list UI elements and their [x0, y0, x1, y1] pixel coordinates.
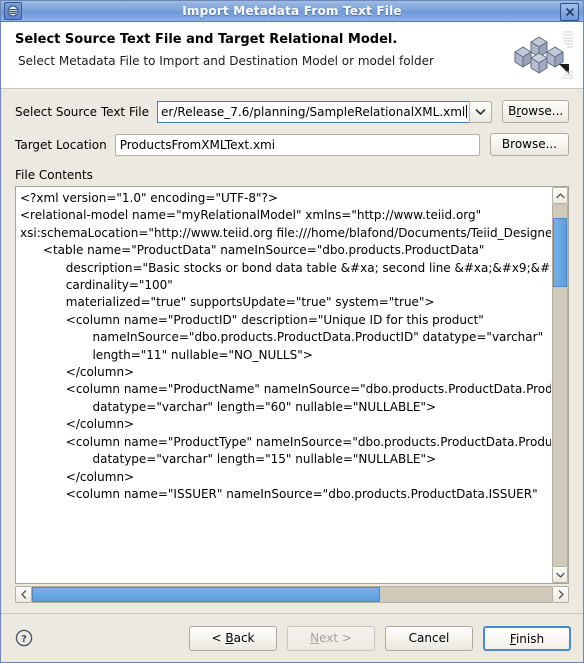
file-contents-line: datatype="varchar" length="60" nullable=…	[20, 399, 437, 414]
chevron-down-icon[interactable]	[552, 566, 568, 583]
file-contents-line: materialized="true" supportsUpdate="true…	[20, 295, 435, 310]
target-browse-button[interactable]: Browse...	[490, 133, 569, 156]
source-file-row: Select Source Text File er/Release_7.6/p…	[15, 100, 569, 123]
horizontal-scroll-track[interactable]	[32, 586, 552, 603]
target-location-row: Target Location ProductsFromXMLText.xmi …	[15, 133, 569, 156]
chevron-up-icon[interactable]	[552, 187, 568, 204]
chevron-down-icon[interactable]	[469, 100, 493, 123]
horizontal-scrollbar[interactable]	[15, 586, 569, 603]
finish-button[interactable]: Finish	[483, 625, 571, 651]
chevron-left-icon[interactable]	[15, 586, 32, 603]
chevron-right-icon[interactable]	[552, 586, 569, 603]
file-contents-line: datatype="varchar" length="15" nullable=…	[20, 452, 437, 467]
file-contents-line: description="Basic stocks or bond data t…	[20, 260, 551, 275]
application-icon	[4, 2, 22, 20]
file-contents-line: <column name="ProductName" nameInSource=…	[20, 382, 551, 397]
wizard-header-text: Select Source Text File and Target Relat…	[15, 30, 505, 68]
file-contents-text[interactable]: <?xml version="1.0" encoding="UTF-8"?> <r…	[16, 187, 551, 583]
wizard-header: Select Source Text File and Target Relat…	[1, 22, 583, 89]
svg-text:?: ?	[21, 634, 27, 645]
vertical-scroll-track[interactable]	[552, 204, 568, 566]
file-contents-line: </column>	[20, 365, 135, 380]
vertical-scroll-thumb[interactable]	[553, 218, 567, 288]
target-location-label: Target Location	[15, 137, 107, 152]
title-bar: Import Metadata From Text File	[1, 1, 583, 22]
page-subtitle: Select Metadata File to Import and Desti…	[18, 54, 434, 68]
footer-bar: ? < Back Next > Cancel Finish	[1, 614, 583, 662]
file-contents-viewer: <?xml version="1.0" encoding="UTF-8"?> <r…	[15, 186, 569, 603]
file-contents-line: <?xml version="1.0" encoding="UTF-8"?>	[20, 191, 278, 205]
file-contents-line: <column name="ISSUER" nameInSource="dbo.…	[20, 486, 538, 501]
file-contents-line: <relational-model name="myRelationalMode…	[20, 208, 482, 223]
file-contents-line: xsi:schemaLocation="http://www.teiid.org…	[20, 225, 551, 240]
file-contents-label: File Contents	[15, 168, 93, 182]
file-contents-line: <column name="ProductID" description="Un…	[20, 312, 484, 327]
file-contents-line: nameInSource="dbo.products.ProductData.P…	[20, 330, 544, 345]
file-contents-line: <table name="ProductData" nameInSource="…	[20, 243, 485, 258]
cancel-button[interactable]: Cancel	[385, 625, 473, 651]
next-button: Next >	[287, 625, 375, 651]
target-location-input[interactable]: ProductsFromXMLText.xmi	[114, 133, 480, 156]
dialog-window: Import Metadata From Text File Select So…	[0, 0, 584, 663]
text-caret	[466, 105, 468, 118]
source-file-input[interactable]: er/Release_7.6/planning/SampleRelational…	[157, 100, 470, 123]
file-contents-line: <column name="ProductType" nameInSource=…	[20, 434, 551, 449]
close-icon[interactable]	[560, 3, 579, 21]
help-question-icon[interactable]: ?	[15, 629, 33, 647]
file-contents-line: cardinality="100"	[20, 278, 173, 293]
wizard-body: Select Source Text File er/Release_7.6/p…	[1, 89, 583, 613]
source-file-label: Select Source Text File	[15, 104, 150, 119]
cubes-icon	[505, 30, 573, 82]
horizontal-scroll-thumb[interactable]	[32, 587, 381, 602]
file-contents-line: length="11" nullable="NO_NULLS">	[20, 347, 313, 362]
source-file-combo[interactable]: er/Release_7.6/planning/SampleRelational…	[157, 100, 493, 123]
file-contents-line: </column>	[20, 417, 135, 432]
vertical-scrollbar[interactable]	[551, 187, 568, 583]
back-button[interactable]: < Back	[189, 625, 277, 651]
source-file-value: er/Release_7.6/planning/SampleRelational…	[161, 104, 466, 119]
page-title: Select Source Text File and Target Relat…	[15, 32, 398, 47]
source-browse-button[interactable]: Browse...	[502, 100, 569, 123]
file-contents-area: <?xml version="1.0" encoding="UTF-8"?> <r…	[15, 186, 569, 584]
file-contents-line: </column>	[20, 469, 135, 484]
window-title: Import Metadata From Text File	[182, 4, 402, 18]
